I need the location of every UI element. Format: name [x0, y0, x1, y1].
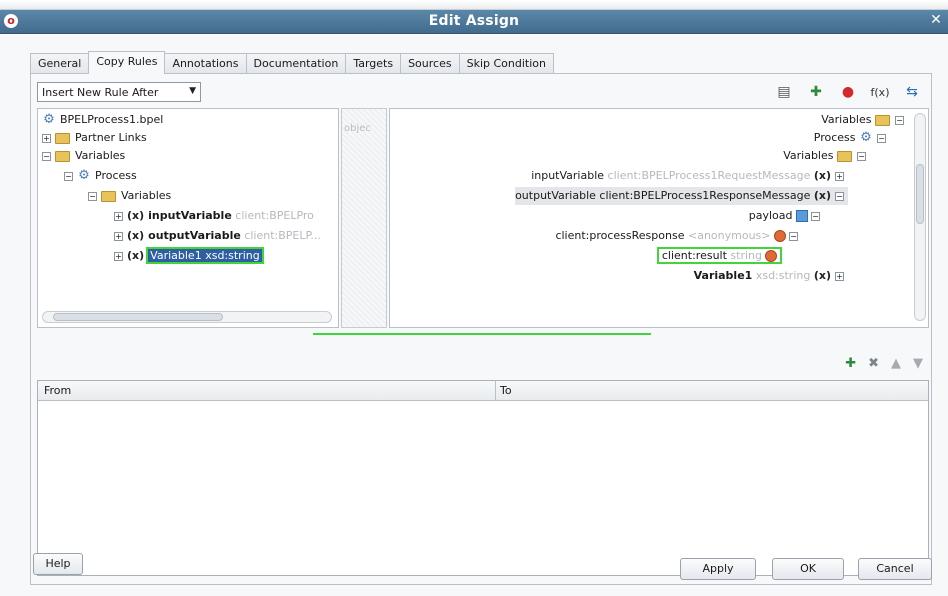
- mapper-toolbar: ▤ ✚ ● f(x) ⇆: [773, 82, 923, 102]
- insert-rule-combo[interactable]: Insert New Rule After ▼: [37, 82, 201, 102]
- variable-icon: (x): [813, 269, 831, 282]
- cancel-button[interactable]: Cancel: [858, 558, 932, 580]
- expand-icon[interactable]: +: [835, 271, 844, 281]
- target-node-variables[interactable]: Variables −: [821, 111, 908, 129]
- delete-rule-icon[interactable]: ●: [837, 82, 859, 102]
- bpel-file-icon: ⚙: [43, 112, 55, 127]
- tab-copy-rules[interactable]: Copy Rules: [88, 51, 166, 74]
- target-tree[interactable]: Variables − Process ⚙ − Variables − input…: [389, 108, 929, 328]
- collapse-icon[interactable]: −: [789, 231, 798, 241]
- tree-node-bpel-file[interactable]: ⚙ BPELProcess1.bpel: [42, 111, 163, 129]
- rule-actions: ✚ ✖ ▲ ▼: [845, 356, 923, 371]
- move-up-icon[interactable]: ▲: [891, 356, 901, 371]
- close-icon[interactable]: ✕: [928, 12, 944, 30]
- collapse-icon[interactable]: −: [64, 171, 73, 181]
- message-part-icon: [795, 210, 808, 222]
- xml-fragment-icon[interactable]: ✚: [805, 82, 827, 102]
- tab-annotations[interactable]: Annotations: [164, 53, 247, 73]
- table-header: From To: [38, 381, 928, 401]
- horizontal-scrollbar[interactable]: [42, 311, 332, 323]
- expand-icon[interactable]: +: [114, 211, 123, 221]
- ok-button[interactable]: OK: [772, 558, 844, 580]
- expand-icon[interactable]: +: [114, 251, 123, 261]
- column-divider[interactable]: [495, 381, 496, 401]
- edit-assign-dialog: General Copy Rules Annotations Documenta…: [0, 35, 948, 596]
- drag-mapping-line: [313, 333, 651, 335]
- target-node-outputvariable[interactable]: outputVariable client:BPELProcess1Respon…: [515, 187, 848, 205]
- collapse-icon[interactable]: −: [811, 211, 820, 221]
- tree-node-partner-links[interactable]: + Partner Links: [42, 129, 147, 147]
- background-window-strip: [0, 0, 948, 10]
- variable-icon: (x): [127, 209, 145, 222]
- column-header-from[interactable]: From: [44, 384, 71, 397]
- tab-sources[interactable]: Sources: [400, 53, 460, 73]
- apply-button[interactable]: Apply: [680, 558, 756, 580]
- variable-icon: (x): [127, 249, 145, 262]
- tab-documentation[interactable]: Documentation: [245, 53, 347, 73]
- expand-icon[interactable]: +: [835, 171, 844, 181]
- scrollbar-thumb[interactable]: [53, 313, 223, 321]
- variable-icon: (x): [813, 169, 831, 182]
- folder-icon: [837, 150, 852, 162]
- tab-general[interactable]: General: [30, 53, 90, 73]
- copy-rules-table[interactable]: From To: [37, 380, 929, 576]
- folder-icon: [875, 114, 890, 126]
- source-tree[interactable]: ⚙ BPELProcess1.bpel + Partner Links − Varia…: [37, 108, 339, 328]
- process-icon: ⚙: [860, 130, 872, 145]
- target-node-client-result[interactable]: client:result string: [656, 247, 783, 265]
- variable-icon: (x): [127, 229, 145, 242]
- tree-node-outputvariable[interactable]: + (x) outputVariable client:BPELP...: [114, 227, 321, 245]
- tree-node-variables[interactable]: − Variables: [42, 147, 125, 165]
- collapse-icon[interactable]: −: [42, 151, 51, 161]
- gutter-ghost-text: objec: [344, 123, 371, 134]
- expand-icon[interactable]: +: [42, 133, 51, 143]
- process-icon: ⚙: [78, 168, 90, 183]
- folder-icon: [101, 190, 116, 202]
- column-header-to[interactable]: To: [500, 384, 512, 397]
- function-icon[interactable]: f(x): [869, 82, 891, 102]
- insert-rule-combo-value: Insert New Rule After: [42, 86, 159, 99]
- selected-source-variable[interactable]: Variable1 xsd:string: [146, 247, 264, 264]
- expression-builder-icon[interactable]: ▤: [773, 82, 795, 102]
- collapse-icon[interactable]: −: [88, 191, 97, 201]
- expand-icon[interactable]: +: [114, 231, 123, 241]
- tree-node-process-variables[interactable]: − Variables: [88, 187, 171, 205]
- collapse-icon[interactable]: −: [857, 151, 866, 161]
- tab-bar: General Copy Rules Annotations Documenta…: [30, 51, 554, 74]
- target-node-process[interactable]: Process ⚙ −: [814, 129, 890, 147]
- target-node-variable1[interactable]: Variable1 xsd:string (x) +: [694, 267, 848, 285]
- add-rule-icon[interactable]: ✚: [845, 356, 856, 371]
- dialog-titlebar[interactable]: o Edit Assign ✕: [0, 10, 948, 34]
- collapse-icon[interactable]: −: [835, 191, 844, 201]
- target-node-processresponse[interactable]: client:processResponse <anonymous> −: [555, 227, 802, 245]
- vertical-scrollbar[interactable]: [914, 113, 926, 321]
- drop-target-highlight[interactable]: client:result string: [656, 247, 783, 264]
- tab-skip-condition[interactable]: Skip Condition: [458, 53, 554, 73]
- folder-icon: [55, 132, 70, 144]
- bind-entity-icon[interactable]: ⇆: [901, 82, 923, 102]
- folder-icon: [55, 150, 70, 162]
- mapping-gutter: objec: [341, 108, 387, 328]
- scrollbar-thumb[interactable]: [916, 164, 924, 224]
- move-down-icon[interactable]: ▼: [913, 356, 923, 371]
- element-icon: [765, 250, 777, 262]
- collapse-icon[interactable]: −: [877, 133, 886, 143]
- target-node-payload[interactable]: payload −: [749, 207, 824, 225]
- collapse-icon[interactable]: −: [895, 115, 904, 125]
- delete-rule-icon[interactable]: ✖: [868, 356, 879, 371]
- copy-rules-panel: Insert New Rule After ▼ ▤ ✚ ● f(x) ⇆ ⚙ BP…: [30, 73, 932, 585]
- target-node-inputvariable[interactable]: inputVariable client:BPELProcess1Request…: [531, 167, 848, 185]
- target-node-process-variables[interactable]: Variables −: [783, 147, 870, 165]
- variable-icon: (x): [813, 189, 831, 202]
- tree-node-inputvariable[interactable]: + (x) inputVariable client:BPELPro: [114, 207, 314, 225]
- chevron-down-icon[interactable]: ▼: [189, 86, 196, 96]
- help-button[interactable]: Help: [33, 553, 83, 575]
- tree-node-process[interactable]: − ⚙ Process: [64, 167, 137, 185]
- tab-targets[interactable]: Targets: [345, 53, 402, 73]
- element-icon: [773, 230, 786, 242]
- dialog-title: Edit Assign: [428, 13, 520, 29]
- tree-node-variable1[interactable]: + (x) Variable1 xsd:string: [114, 247, 264, 265]
